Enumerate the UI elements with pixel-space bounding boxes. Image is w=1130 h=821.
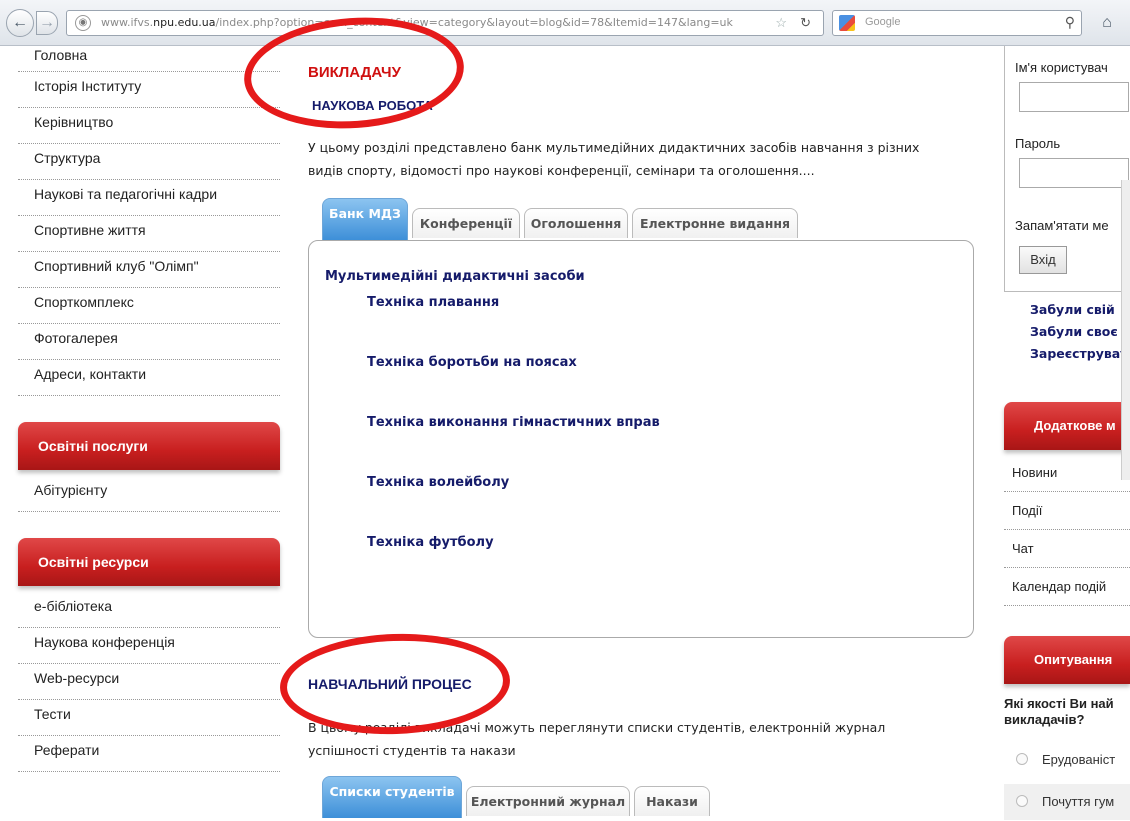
mdz-tab-panel: Мультимедійні дидактичні засоби Техніка … xyxy=(308,240,974,638)
nav-item-tests[interactable]: Тести xyxy=(18,700,280,736)
poll-question-line-2: викладачів? xyxy=(1004,712,1085,727)
site-identity-icon: ◉ xyxy=(75,15,91,31)
right-scrollbar[interactable] xyxy=(1121,180,1130,480)
back-button[interactable]: ← xyxy=(6,9,34,37)
arrow-left-icon: ← xyxy=(12,14,28,31)
poll-question-line-1: Які якості Ви най xyxy=(1004,696,1114,711)
address-bar[interactable]: ◉ www.ifvs.npu.edu.ua/index.php?option=c… xyxy=(66,10,824,36)
poll-option-1[interactable]: Ерудованіст xyxy=(1004,742,1130,778)
username-input[interactable] xyxy=(1019,82,1129,112)
home-icon: ⌂ xyxy=(1102,14,1112,31)
login-form: Ім'я користувач Пароль Запам'ятати ме Вх… xyxy=(1004,46,1130,292)
nav-item-contacts[interactable]: Адреси, контакти xyxy=(18,360,280,396)
left-sidebar: Головна Історія Інституту Керівництво Ст… xyxy=(18,46,280,772)
bookmark-star-icon[interactable]: ☆ xyxy=(775,15,787,31)
mdz-link-football[interactable]: Техніка футболу xyxy=(367,535,494,550)
nav-item-sports-life[interactable]: Спортивне життя xyxy=(18,216,280,252)
extra-item-events[interactable]: Події xyxy=(1004,496,1130,530)
nav-item-sports-club[interactable]: Спортивний клуб "Олімп" xyxy=(18,252,280,288)
tab-electronic-journal[interactable]: Електронний журнал xyxy=(466,786,630,816)
module-header-poll: Опитування xyxy=(1004,636,1130,684)
remember-me-label[interactable]: Запам'ятати ме xyxy=(1015,218,1109,233)
module-header-education-resources: Освітні ресурси xyxy=(18,538,280,586)
tab-orders[interactable]: Накази xyxy=(634,786,710,816)
password-input[interactable] xyxy=(1019,158,1129,188)
forward-button[interactable]: → xyxy=(36,11,58,35)
nav-item-staff[interactable]: Наукові та педагогічні кадри xyxy=(18,180,280,216)
science-intro: У цьому розділі представлено банк мульти… xyxy=(308,136,919,182)
home-button[interactable]: ⌂ xyxy=(1092,10,1122,36)
radio-icon[interactable] xyxy=(1016,753,1028,765)
arrow-right-icon: → xyxy=(39,14,55,31)
module-header-extra-menu: Додаткове м xyxy=(1004,402,1130,450)
register-link[interactable]: Зареєструват xyxy=(1030,346,1128,361)
tab-student-lists[interactable]: Списки студентів xyxy=(322,776,462,818)
tab-mdz-bank[interactable]: Банк МДЗ xyxy=(322,198,408,240)
poll-option-label: Ерудованіст xyxy=(1042,752,1116,767)
nav-item-conference[interactable]: Наукова конференція xyxy=(18,628,280,664)
google-engine-icon[interactable] xyxy=(839,15,855,31)
password-label: Пароль xyxy=(1015,136,1061,151)
radio-icon[interactable] xyxy=(1016,795,1028,807)
forgot-password-link[interactable]: Забули свій xyxy=(1030,302,1115,317)
mdz-link-swimming[interactable]: Техніка плавання xyxy=(367,295,499,310)
poll-question: Які якості Ви най викладачів? xyxy=(1004,696,1130,728)
nav-item-management[interactable]: Керівництво xyxy=(18,108,280,144)
nav-item-gallery[interactable]: Фотогалерея xyxy=(18,324,280,360)
mdz-link-gymnastics[interactable]: Техніка виконання гімнастичних вправ xyxy=(367,415,660,430)
mdz-link-belt-wrestling[interactable]: Техніка боротьби на поясах xyxy=(367,355,577,370)
mdz-link-volleyball[interactable]: Техніка волейболу xyxy=(367,475,509,490)
search-box[interactable]: Google ⚲ xyxy=(832,10,1082,36)
tab-conferences[interactable]: Конференції xyxy=(412,208,520,238)
nav-item-applicant[interactable]: Абітурієнту xyxy=(18,476,280,512)
nav-item-history[interactable]: Історія Інституту xyxy=(18,72,280,108)
mdz-heading: Мультимедійні дидактичні засоби xyxy=(325,269,585,284)
reload-icon[interactable]: ↻ xyxy=(800,15,811,31)
extra-item-calendar[interactable]: Календар подій xyxy=(1004,572,1130,606)
username-label: Ім'я користувач xyxy=(1015,60,1108,75)
nav-item-structure[interactable]: Структура xyxy=(18,144,280,180)
poll-option-2[interactable]: Почуття гум xyxy=(1004,784,1130,820)
process-intro-line-2: успішності студентів та накази xyxy=(308,743,516,758)
tab-electronic-edition[interactable]: Електронне видання xyxy=(632,208,798,238)
forgot-username-link[interactable]: Забули своє xyxy=(1030,324,1118,339)
search-placeholder: Google xyxy=(865,16,901,28)
extra-item-news[interactable]: Новини xyxy=(1004,458,1130,492)
browser-toolbar: ← → ◉ www.ifvs.npu.edu.ua/index.php?opti… xyxy=(0,0,1130,46)
nav-item-home[interactable]: Головна xyxy=(18,46,280,72)
nav-item-web-resources[interactable]: Web-ресурси xyxy=(18,664,280,700)
science-intro-line-2: видів спорту, відомості про наукові конф… xyxy=(308,163,815,178)
magnifier-icon[interactable]: ⚲ xyxy=(1065,14,1075,31)
module-header-education-services: Освітні послуги xyxy=(18,422,280,470)
extra-item-chat[interactable]: Чат xyxy=(1004,534,1130,568)
nav-item-essays[interactable]: Реферати xyxy=(18,736,280,772)
nav-item-e-library[interactable]: е-бібліотека xyxy=(18,592,280,628)
login-button[interactable]: Вхід xyxy=(1019,246,1067,274)
poll-option-label: Почуття гум xyxy=(1042,794,1115,809)
nav-item-sports-complex[interactable]: Спорткомплекс xyxy=(18,288,280,324)
tab-announcements[interactable]: Оголошення xyxy=(524,208,628,238)
science-intro-line-1: У цьому розділі представлено банк мульти… xyxy=(308,140,920,155)
